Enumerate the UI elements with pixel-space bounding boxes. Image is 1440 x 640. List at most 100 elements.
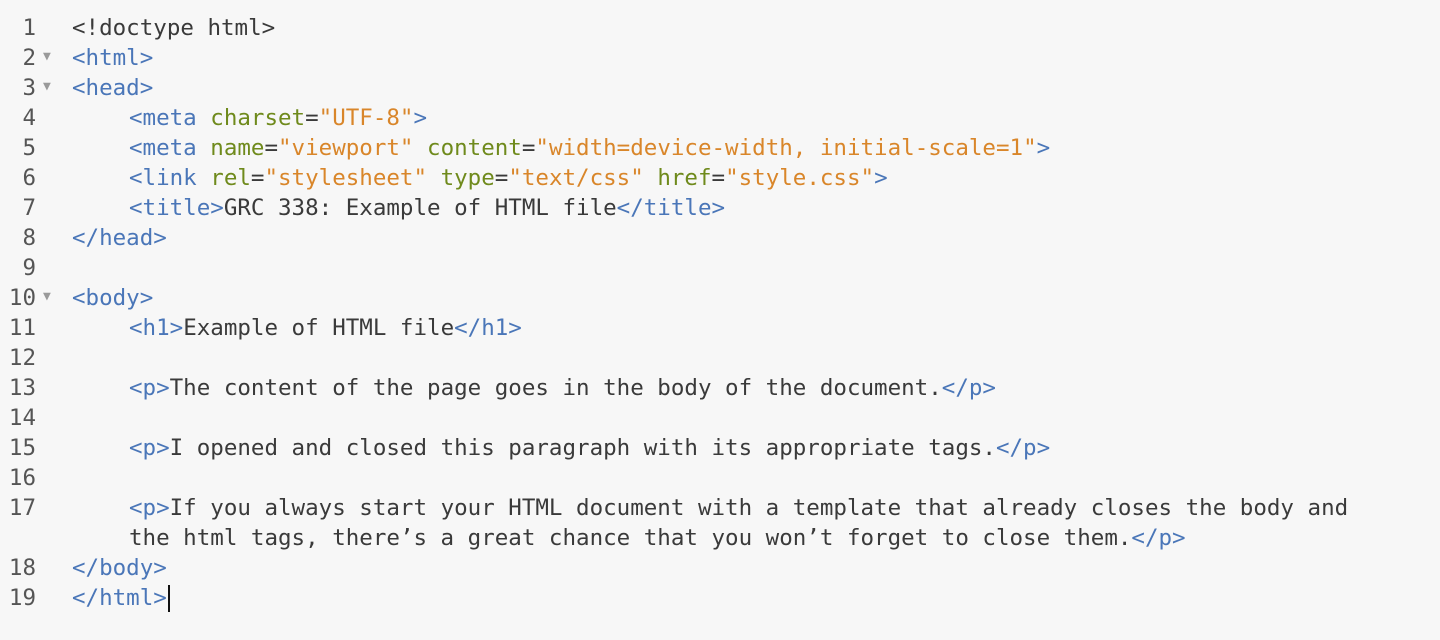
line-number: 14 [8,405,36,431]
line-number: 5 [22,135,36,161]
code-token: GRC 338: Example of HTML file [223,195,617,221]
code-token: "UTF-8" [318,105,414,131]
code-line[interactable]: 6 <link rel="stylesheet" type="text/css" … [0,163,1440,193]
fold-triangle-icon[interactable]: ▼ [43,73,51,101]
code-editor[interactable]: 1 <!doctype html> 2 ▼ <html> 3 ▼ <head> 4 <meta c… [0,13,1440,613]
code-token: content [427,135,522,161]
fold-triangle-icon[interactable]: ▼ [43,43,51,71]
code-token: "style.css" [725,165,875,191]
code-line[interactable]: 3 ▼ <head> [0,73,1440,103]
code-line[interactable]: 15 <p>I opened and closed this paragraph … [0,433,1440,463]
code-token: <!doctype html> [72,15,276,41]
code-text: <title>GRC 338: Example of HTML file</ti… [129,193,725,223]
code-line[interactable]: 14 [0,403,1440,433]
code-token: </p> [1131,525,1186,551]
line-number: 1 [22,15,36,41]
code-token: > [1036,135,1051,161]
code-line[interactable]: 4 <meta charset="UTF-8"> [0,103,1440,133]
code-token: href [657,165,712,191]
code-token: </p> [941,375,996,401]
code-line[interactable]: 1 <!doctype html> [0,13,1440,43]
code-token: <p> [129,375,170,401]
code-token: </title> [616,195,726,221]
code-token: name [210,135,265,161]
line-number: 17 [8,495,36,521]
code-token: <html> [72,45,154,71]
line-number: 15 [8,435,36,461]
code-text: <p>The content of the page goes in the b… [129,373,996,403]
line-number: 4 [22,105,36,131]
code-token: <p> [129,435,170,461]
text-cursor [167,585,170,612]
code-line[interactable]: 12 [0,343,1440,373]
line-number: 11 [8,315,36,341]
line-number: 18 [8,555,36,581]
code-token: = [250,165,265,191]
code-line[interactable]: 16 [0,463,1440,493]
code-line[interactable]: 13 <p>The content of the page goes in the… [0,373,1440,403]
code-text: <h1>Example of HTML file</h1> [129,313,522,343]
line-number: 7 [22,195,36,221]
code-token: </body> [72,555,167,581]
code-text: <head> [72,73,153,103]
line-number: 16 [8,465,36,491]
code-text: <meta charset="UTF-8"> [129,103,427,133]
line-number: 12 [8,345,36,371]
fold-triangle-icon[interactable]: ▼ [43,283,51,311]
line-number: 8 [22,225,36,251]
line-number: 9 [22,255,36,281]
code-line[interactable]: 10 ▼ <body> [0,283,1440,313]
code-line[interactable]: 7 <title>GRC 338: Example of HTML file</t… [0,193,1440,223]
code-token: type [440,165,495,191]
code-token: If you always start your HTML document w… [169,495,1349,521]
code-token: = [711,165,726,191]
code-token: </p> [995,435,1051,461]
code-token: <head> [72,75,154,101]
code-token: I opened and closed this paragraph with … [169,435,996,461]
code-line[interactable]: 8 </head> [0,223,1440,253]
code-token: "viewport" [278,135,414,161]
code-token: "text/css" [508,165,644,191]
code-token: the html tags, there’s a great chance th… [129,525,1132,551]
code-token: <title> [129,195,224,221]
code-text: <meta name="viewport" content="width=dev… [129,133,1050,163]
code-token: <meta [129,105,211,131]
code-line[interactable]: 5 <meta name="viewport" content="width=de… [0,133,1440,163]
code-text: <p>I opened and closed this paragraph wi… [129,433,1050,463]
code-line[interactable]: the html tags, there’s a great chance th… [0,523,1440,553]
code-token: <link [129,165,211,191]
code-line[interactable]: 17 <p>If you always start your HTML docum… [0,493,1440,523]
code-token: charset [210,105,306,131]
code-line[interactable]: 9 [0,253,1440,283]
code-text: <html> [72,43,153,73]
code-token: <h1> [129,315,184,341]
code-text: <p>If you always start your HTML documen… [129,493,1348,523]
code-text: <link rel="stylesheet" type="text/css" h… [129,163,888,193]
code-token: = [305,105,319,131]
code-token: <meta [129,135,211,161]
line-number: 3 [22,75,36,101]
code-text: </head> [72,223,167,253]
line-number: 2 [22,45,36,71]
code-text: <!doctype html> [72,13,275,43]
code-line[interactable]: 2 ▼ <html> [0,43,1440,73]
line-number: 6 [22,165,36,191]
code-line[interactable]: 11 <h1>Example of HTML file</h1> [0,313,1440,343]
code-text: </html> [72,583,170,613]
code-token: = [264,135,279,161]
code-text: </body> [72,553,167,583]
line-number: 10 [8,285,36,311]
line-number: 13 [8,375,36,401]
code-text: the html tags, there’s a great chance th… [129,523,1186,553]
code-token: > [413,105,428,131]
code-token: </head> [72,225,167,251]
code-token: rel [210,165,251,191]
code-token: = [494,165,509,191]
code-token: > [874,165,888,191]
code-token: "width=device-width, initial-scale=1" [535,135,1037,161]
code-line[interactable]: 18 </body> [0,553,1440,583]
code-line[interactable]: 19 </html> [0,583,1440,613]
code-token: = [521,135,536,161]
